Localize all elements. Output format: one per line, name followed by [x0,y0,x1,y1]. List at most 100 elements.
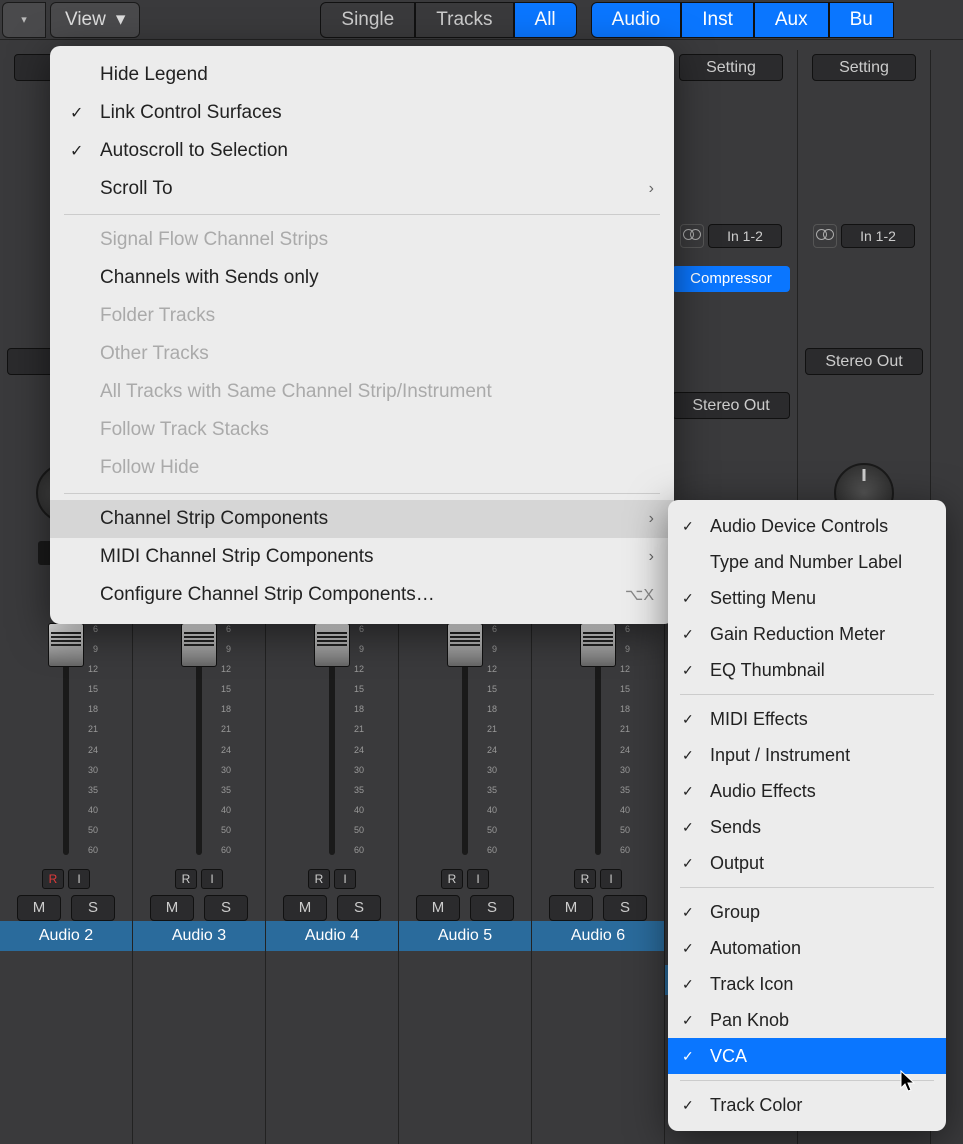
submenu-item-label: Track Color [710,1095,802,1116]
solo-button[interactable]: S [470,895,514,921]
fader[interactable]: 036912151821243035405060 [133,585,265,865]
input-monitor-button[interactable]: I [68,869,90,889]
setting-button[interactable]: Setting [812,54,916,81]
menu-item-label: Follow Hide [100,457,199,479]
menu-item-label: Channels with Sends only [100,267,319,289]
menu-item[interactable]: MIDI Channel Strip Components › [50,538,674,576]
input-button[interactable]: In 1-2 [708,224,782,248]
submenu-item[interactable]: ✓Track Color [668,1087,946,1123]
menu-item[interactable]: Channel Strip Components› [50,500,674,538]
segment-audio[interactable]: Audio [591,2,682,38]
dropdown-arrow-icon[interactable]: ▾ [2,2,46,38]
strip-label[interactable]: Audio 2 [0,921,132,951]
fader-cap[interactable] [447,623,483,667]
menu-item-label: Channel Strip Components [100,508,328,530]
fader-cap[interactable] [48,623,84,667]
setting-button[interactable]: Setting [679,54,783,81]
menu-item-label: Other Tracks [100,343,209,365]
menu-item[interactable]: Hide Legend [50,56,674,94]
submenu-item[interactable]: ✓Pan Knob [668,1002,946,1038]
menu-item-label: Scroll To [100,178,173,200]
menu-item[interactable]: Scroll To› [50,170,674,208]
submenu-item[interactable]: ✓MIDI Effects [668,701,946,737]
view-menu-button[interactable]: View ▾ [50,2,140,38]
mute-button[interactable]: M [283,895,327,921]
submenu-item[interactable]: ✓Audio Effects [668,773,946,809]
fader-cap[interactable] [181,623,217,667]
submenu-item[interactable]: ✓Group [668,894,946,930]
record-button[interactable]: R [574,869,596,889]
menu-item-label: Follow Track Stacks [100,419,269,441]
record-button[interactable]: R [175,869,197,889]
input-monitor-button[interactable]: I [334,869,356,889]
mute-button[interactable]: M [416,895,460,921]
menu-item[interactable]: Channels with Sends only [50,259,674,297]
check-icon: ✓ [682,976,694,993]
stereo-icon[interactable] [680,224,704,248]
solo-button[interactable]: S [204,895,248,921]
menu-item-label: Link Control Surfaces [100,102,282,124]
fader[interactable]: 036912151821243035405060 [266,585,398,865]
submenu-item[interactable]: Type and Number Label [668,544,946,580]
fader[interactable]: 036912151821243035405060 [532,585,664,865]
segment-all[interactable]: All [514,2,577,38]
check-icon: ✓ [682,590,694,607]
strip-label[interactable]: Audio 6 [532,921,664,951]
input-button[interactable]: In 1-2 [841,224,915,248]
segment-single[interactable]: Single [320,2,415,38]
strip-label[interactable]: Audio 4 [266,921,398,951]
menu-item-label: MIDI Channel Strip Components [100,546,374,568]
record-button[interactable]: R [42,869,64,889]
segment-inst[interactable]: Inst [681,2,754,38]
menu-item: Other Tracks [50,335,674,373]
segment-aux[interactable]: Aux [754,2,829,38]
input-monitor-button[interactable]: I [467,869,489,889]
fader[interactable]: 036912151821243035405060 [0,585,132,865]
output-button[interactable]: Stereo Out [672,392,790,419]
stereo-icon[interactable] [813,224,837,248]
mute-button[interactable]: M [549,895,593,921]
record-button[interactable]: R [308,869,330,889]
chevron-right-icon: › [649,548,654,566]
submenu-item[interactable]: ✓Input / Instrument [668,737,946,773]
submenu-item[interactable]: ✓VCA [668,1038,946,1074]
submenu-item-label: Type and Number Label [710,552,902,573]
check-icon: ✓ [682,662,694,679]
submenu-item[interactable]: ✓Track Icon [668,966,946,1002]
submenu-item[interactable]: ✓EQ Thumbnail [668,652,946,688]
input-monitor-button[interactable]: I [201,869,223,889]
strip-label[interactable]: Audio 5 [399,921,531,951]
fader-cap[interactable] [580,623,616,667]
mute-button[interactable]: M [150,895,194,921]
fader[interactable]: 036912151821243035405060 [399,585,531,865]
submenu-item-label: Audio Device Controls [710,516,888,537]
menu-item[interactable]: ✓Link Control Surfaces [50,94,674,132]
segment-bus[interactable]: Bu [829,2,894,38]
fader-cap[interactable] [314,623,350,667]
solo-button[interactable]: S [603,895,647,921]
segment-tracks[interactable]: Tracks [415,2,513,38]
check-icon: ✓ [682,940,694,957]
solo-button[interactable]: S [337,895,381,921]
menu-item[interactable]: Configure Channel Strip Components…⌥X [50,576,674,614]
check-icon: ✓ [682,1012,694,1029]
check-icon: ✓ [682,904,694,921]
mute-button[interactable]: M [17,895,61,921]
input-monitor-button[interactable]: I [600,869,622,889]
output-button[interactable]: Stereo Out [805,348,923,375]
plugin-slot[interactable]: Compressor [672,266,790,292]
submenu-item[interactable]: ✓Output [668,845,946,881]
menu-item[interactable]: ✓Autoscroll to Selection [50,132,674,170]
submenu-item-label: Automation [710,938,801,959]
submenu-item[interactable]: ✓Setting Menu [668,580,946,616]
submenu-item[interactable]: ✓Sends [668,809,946,845]
solo-button[interactable]: S [71,895,115,921]
channel-strip-components-submenu: ✓ Audio Device Controls Type and Number La… [668,500,946,1131]
strip-label[interactable]: Audio 3 [133,921,265,951]
submenu-item[interactable]: ✓ Audio Device Controls [668,508,946,544]
submenu-item[interactable]: ✓Gain Reduction Meter [668,616,946,652]
check-icon: ✓ [682,518,694,535]
check-icon: ✓ [682,1048,694,1065]
submenu-item[interactable]: ✓ Automation [668,930,946,966]
record-button[interactable]: R [441,869,463,889]
